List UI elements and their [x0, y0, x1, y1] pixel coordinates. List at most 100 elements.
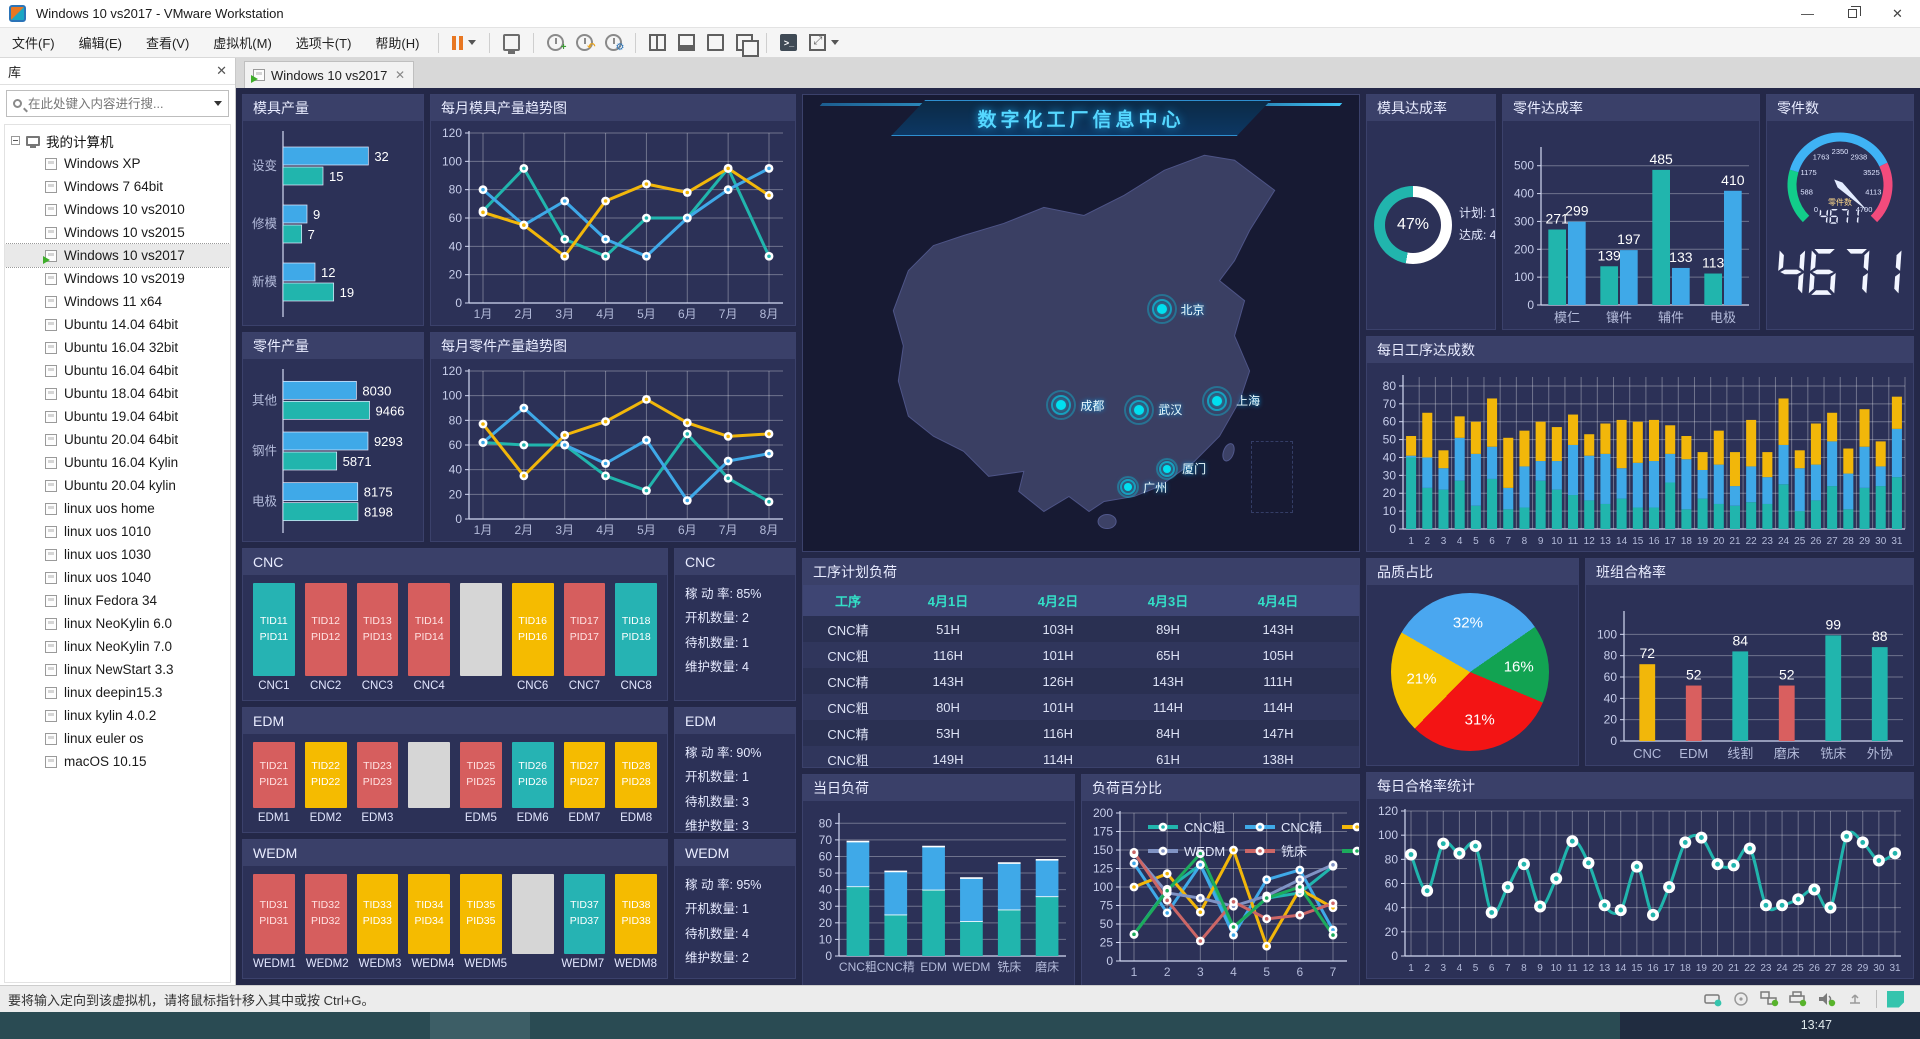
- svg-text:4月: 4月: [596, 307, 615, 321]
- pause-button[interactable]: [446, 30, 482, 56]
- svg-text:15: 15: [1632, 536, 1644, 547]
- svg-text:120: 120: [442, 126, 462, 140]
- svg-text:120: 120: [442, 364, 462, 378]
- restore-button[interactable]: [1830, 0, 1875, 27]
- svg-text:辅件: 辅件: [1658, 310, 1684, 325]
- vm-list-item[interactable]: linux Fedora 34: [5, 589, 230, 612]
- vm-name: Windows 10 vs2015: [64, 225, 185, 240]
- svg-text:1175: 1175: [1801, 168, 1817, 177]
- vm-list-item[interactable]: macOS 10.15: [5, 750, 230, 773]
- vm-list-item[interactable]: linux NeoKylin 6.0: [5, 612, 230, 635]
- vm-list-item[interactable]: Ubuntu 16.04 32bit: [5, 336, 230, 359]
- svg-text:27: 27: [1825, 963, 1837, 974]
- vm-name: Windows 10 vs2017: [64, 248, 185, 263]
- vm-list-item[interactable]: Windows 11 x64: [5, 290, 230, 313]
- chevron-down-icon[interactable]: [468, 40, 476, 45]
- printer-icon[interactable]: [1789, 991, 1808, 1007]
- library-title: 库: [8, 62, 21, 81]
- menu-item[interactable]: 文件(F): [0, 28, 67, 57]
- quality-pie-chart: 32%16%31%21%: [1367, 585, 1578, 765]
- play-icon: [251, 75, 258, 83]
- close-icon[interactable]: ✕: [216, 63, 227, 79]
- close-button[interactable]: ✕: [1875, 0, 1920, 27]
- vm-list-item[interactable]: Ubuntu 18.04 64bit: [5, 382, 230, 405]
- sound-icon[interactable]: [1818, 991, 1837, 1007]
- search-box[interactable]: [6, 90, 229, 117]
- vm-icon: [45, 273, 57, 285]
- vm-list-item[interactable]: Ubuntu 20.04 64bit: [5, 428, 230, 451]
- console-button[interactable]: >_: [774, 30, 803, 56]
- vm-icon: [45, 296, 57, 308]
- machine-label: CNC8: [615, 680, 657, 692]
- minimize-button[interactable]: —: [1785, 0, 1830, 27]
- vm-list-item[interactable]: linux euler os: [5, 727, 230, 750]
- svg-text:4月: 4月: [596, 523, 615, 537]
- library-toggle-button[interactable]: [643, 30, 672, 56]
- snapshot-manager-button[interactable]: ⚙: [599, 30, 628, 56]
- vm-list-item[interactable]: Windows 10 vs2010: [5, 198, 230, 221]
- city-marker: 北京: [1147, 294, 1205, 324]
- chevron-down-icon[interactable]: [214, 101, 222, 106]
- svg-text:20: 20: [1385, 925, 1399, 939]
- collapse-icon[interactable]: [11, 136, 20, 145]
- vm-list-item[interactable]: linux kylin 4.0.2: [5, 704, 230, 727]
- cd-drive-icon[interactable]: [1733, 991, 1750, 1007]
- svg-text:1: 1: [1408, 963, 1414, 974]
- stat-line: 待机数量: 1: [685, 631, 785, 655]
- vm-list-item[interactable]: linux uos 1010: [5, 520, 230, 543]
- vm-list-item[interactable]: linux uos home: [5, 497, 230, 520]
- vm-list-item[interactable]: Ubuntu 16.04 Kylin: [5, 451, 230, 474]
- vm-list-item[interactable]: linux uos 1030: [5, 543, 230, 566]
- menu-item[interactable]: 查看(V): [134, 28, 201, 57]
- snapshot-take-button[interactable]: +: [541, 30, 570, 56]
- tab-close-icon[interactable]: ✕: [395, 68, 405, 82]
- svg-text:8198: 8198: [364, 505, 393, 520]
- taskbar-active-segment[interactable]: [430, 1012, 530, 1039]
- menu-item[interactable]: 编辑(E): [67, 28, 134, 57]
- menu-item[interactable]: 帮助(H): [363, 28, 431, 57]
- snapshot-revert-button[interactable]: ↶: [570, 30, 599, 56]
- thumbnail-bar-button[interactable]: [672, 30, 701, 56]
- menu-item[interactable]: 虚拟机(M): [201, 28, 284, 57]
- send-ctrl-alt-del-button[interactable]: [497, 30, 526, 56]
- svg-text:485: 485: [1649, 151, 1673, 167]
- svg-text:设变: 设变: [252, 158, 277, 173]
- hard-disk-icon[interactable]: [1704, 991, 1723, 1007]
- machine-tile: TID23PID23: [357, 742, 399, 808]
- unity-button[interactable]: [730, 30, 759, 56]
- vm-list-item[interactable]: Windows 10 vs2017: [5, 244, 230, 267]
- message-note-icon[interactable]: [1887, 991, 1904, 1008]
- vm-list-item[interactable]: linux NeoKylin 7.0: [5, 635, 230, 658]
- fullscreen-button[interactable]: [701, 30, 730, 56]
- tree-root-my-computer[interactable]: 我的计算机: [5, 129, 230, 152]
- machine-tile: TID11PID11: [253, 583, 295, 676]
- svg-text:8月: 8月: [760, 307, 779, 321]
- vm-list-item[interactable]: Ubuntu 20.04 kylin: [5, 474, 230, 497]
- vm-list-item[interactable]: Windows XP: [5, 152, 230, 175]
- svg-text:16: 16: [1647, 963, 1659, 974]
- vm-list-item[interactable]: Windows 10 vs2015: [5, 221, 230, 244]
- chevron-down-icon[interactable]: [831, 40, 839, 45]
- vm-list-item[interactable]: Windows 10 vs2019: [5, 267, 230, 290]
- tab-windows-10-vs2017[interactable]: Windows 10 vs2017 ✕: [244, 61, 414, 88]
- menu-item[interactable]: 选项卡(T): [284, 28, 364, 57]
- stat-line: 稼 动 率: 95%: [685, 873, 785, 897]
- network-icon[interactable]: [1760, 991, 1779, 1007]
- svg-text:50: 50: [819, 866, 833, 880]
- svg-text:5871: 5871: [343, 454, 372, 469]
- vm-list-item[interactable]: linux uos 1040: [5, 566, 230, 589]
- panel-title: 每日工序达成数: [1367, 337, 1913, 363]
- vm-icon: [45, 342, 57, 354]
- search-input[interactable]: [28, 97, 209, 111]
- vm-screen[interactable]: 模具产量 设变3215修模97新模1219 每月模具产量趋势图 02040608…: [236, 88, 1920, 985]
- vm-list-item[interactable]: linux NewStart 3.3: [5, 658, 230, 681]
- svg-text:4113: 4113: [1865, 188, 1881, 197]
- fit-guest-button[interactable]: [803, 30, 845, 56]
- vm-list-item[interactable]: Ubuntu 16.04 64bit: [5, 359, 230, 382]
- usb-device-icon[interactable]: [1847, 991, 1866, 1007]
- vm-list-item[interactable]: linux deepin15.3: [5, 681, 230, 704]
- vm-list-item[interactable]: Ubuntu 14.04 64bit: [5, 313, 230, 336]
- panel-part-output: 零件产量 其他80309466钢件92935871电极81758198: [242, 332, 424, 542]
- vm-list-item[interactable]: Windows 7 64bit: [5, 175, 230, 198]
- vm-list-item[interactable]: Ubuntu 19.04 64bit: [5, 405, 230, 428]
